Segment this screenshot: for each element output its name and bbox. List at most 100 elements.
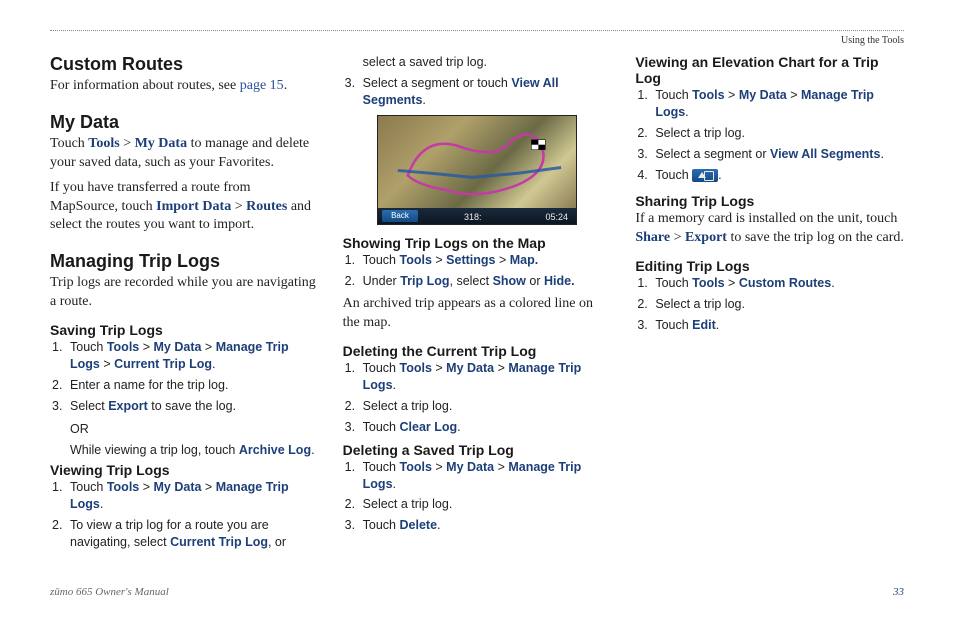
ui-current-trip-log: Current Trip Log <box>170 535 268 549</box>
ui-hide: Hide. <box>544 274 575 288</box>
top-rule <box>50 30 904 31</box>
text: . <box>311 443 314 457</box>
list-item: Select a trip log. <box>635 296 904 313</box>
text: > <box>432 253 446 267</box>
heading-deleting-saved: Deleting a Saved Trip Log <box>343 442 612 458</box>
text: to save the trip log on the card. <box>727 230 904 245</box>
heading-my-data: My Data <box>50 112 319 133</box>
para-manage: Trip logs are recorded while you are nav… <box>50 274 319 312</box>
list-item: Touch Clear Log. <box>343 419 612 436</box>
map-back-button[interactable]: Back <box>382 210 418 222</box>
ui-tools: Tools <box>692 88 724 102</box>
heading-custom-routes: Custom Routes <box>50 54 319 75</box>
ui-import-data: Import Data <box>156 199 231 214</box>
ui-tools: Tools <box>88 136 119 151</box>
heading-elevation-chart: Viewing an Elevation Chart for a Trip Lo… <box>635 54 904 86</box>
list-item: Under Trip Log, select Show or Hide. <box>343 273 612 290</box>
text: > <box>432 361 446 375</box>
list-item: Touch Tools > My Data > Manage Trip Logs… <box>343 459 612 493</box>
ui-show: Show <box>493 274 526 288</box>
text: . <box>393 378 396 392</box>
text: . <box>880 147 883 161</box>
ui-my-data: My Data <box>446 460 494 474</box>
elevation-chart-icon <box>692 169 718 182</box>
list-item: Touch Tools > Custom Routes. <box>635 275 904 292</box>
ui-archive-log: Archive Log <box>239 443 311 457</box>
step-or: OR <box>50 421 319 438</box>
text: Touch <box>363 361 400 375</box>
text: For information about routes, see <box>50 78 240 93</box>
ui-my-data: My Data <box>154 480 202 494</box>
trip-log-map-image: Back 318: 05:24 <box>377 115 577 225</box>
ui-current-trip-log: Current Trip Log <box>114 357 212 371</box>
ui-tools: Tools <box>107 480 139 494</box>
ui-routes: Routes <box>246 199 287 214</box>
ui-view-all-segments: View All Segments <box>770 147 880 161</box>
text: > <box>787 88 801 102</box>
text: Touch <box>50 136 88 151</box>
breadcrumb: Using the Tools <box>50 35 904 46</box>
ui-custom-routes: Custom Routes <box>739 276 831 290</box>
text: . <box>831 276 834 290</box>
text: Select a segment or <box>655 147 770 161</box>
heading-saving-trip-logs: Saving Trip Logs <box>50 322 319 338</box>
ui-tools: Tools <box>400 253 432 267</box>
text: > <box>120 136 135 151</box>
list-item: Touch . <box>635 167 904 184</box>
text: Touch <box>70 340 107 354</box>
list-item: Enter a name for the trip log. <box>50 377 319 394</box>
page-footer: zūmo 665 Owner's Manual 33 <box>50 586 904 598</box>
text: > <box>139 340 153 354</box>
list-item: Select a trip log. <box>343 398 612 415</box>
list-item: Select a segment or touch View All Segme… <box>343 75 612 109</box>
ui-edit: Edit <box>692 318 716 332</box>
ui-tools: Tools <box>400 361 432 375</box>
ui-delete: Delete <box>400 518 438 532</box>
heading-managing-trip-logs: Managing Trip Logs <box>50 251 319 272</box>
link-page-15[interactable]: page 15 <box>240 78 284 93</box>
text: . <box>422 93 425 107</box>
list-item: Touch Tools > My Data > Manage Trip Logs… <box>50 479 319 513</box>
list-item: Touch Tools > My Data > Manage Trip Logs… <box>343 360 612 394</box>
text: Touch <box>363 518 400 532</box>
text: Touch <box>655 276 692 290</box>
list-item: Select a trip log. <box>635 125 904 142</box>
text: Touch <box>363 253 400 267</box>
para-sharing: If a memory card is installed on the uni… <box>635 210 904 248</box>
text: Touch <box>655 168 692 182</box>
list-item: Select Export to save the log. <box>50 398 319 415</box>
text: Under <box>363 274 401 288</box>
text: > <box>494 361 508 375</box>
list-item: Select a segment or View All Segments. <box>635 146 904 163</box>
list-item: Touch Edit. <box>635 317 904 334</box>
footer-title: zūmo 665 Owner's Manual <box>50 586 169 598</box>
text: Touch <box>655 88 692 102</box>
content-columns: Custom Routes For information about rout… <box>50 54 904 564</box>
step-archive-log: While viewing a trip log, touch Archive … <box>50 442 319 459</box>
text: . <box>718 168 721 182</box>
text: > <box>495 253 509 267</box>
text: > <box>201 480 215 494</box>
list-item: Touch Delete. <box>343 517 612 534</box>
list-del-current: Touch Tools > My Data > Manage Trip Logs… <box>343 360 612 436</box>
ui-clear-log: Clear Log <box>400 420 458 434</box>
list-del-saved: Touch Tools > My Data > Manage Trip Logs… <box>343 459 612 535</box>
para-custom-routes: For information about routes, see page 1… <box>50 77 319 96</box>
ui-my-data: My Data <box>154 340 202 354</box>
text: . <box>100 497 103 511</box>
list-editing: Touch Tools > Custom Routes. Select a tr… <box>635 275 904 334</box>
text: > <box>725 88 739 102</box>
text: or <box>526 274 544 288</box>
list-item: Touch Tools > My Data > Manage Trip Logs… <box>635 87 904 121</box>
text: . <box>437 518 440 532</box>
text: . <box>212 357 215 371</box>
para-mapsource: If you have transferred a route from Map… <box>50 179 319 236</box>
map-time: 05:24 <box>545 212 568 222</box>
text: . <box>393 477 396 491</box>
text: . <box>716 318 719 332</box>
list-item: Touch Tools > Settings > Map. <box>343 252 612 269</box>
text: While viewing a trip log, touch <box>70 443 239 457</box>
text: > <box>100 357 114 371</box>
heading-deleting-current: Deleting the Current Trip Log <box>343 343 612 359</box>
list-item: Touch Tools > My Data > Manage Trip Logs… <box>50 339 319 373</box>
